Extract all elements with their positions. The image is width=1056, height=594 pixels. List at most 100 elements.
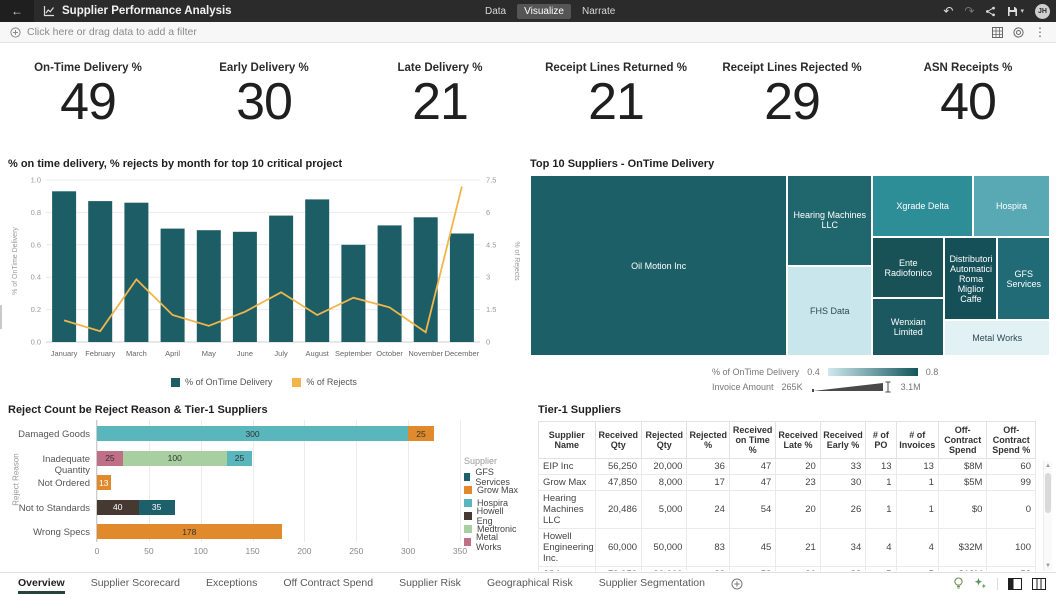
mode-tab-visualize[interactable]: Visualize (517, 4, 571, 19)
treemap-tile[interactable]: Oil Motion Inc (530, 175, 787, 356)
sparkles-icon[interactable] (974, 577, 987, 590)
add-filter-prompt[interactable]: Click here or drag data to add a filter (27, 26, 197, 38)
kpi-card[interactable]: ASN Receipts %40 (880, 44, 1056, 150)
column-header[interactable]: Off-Contract Spend % (987, 422, 1036, 459)
scrollbar-thumb[interactable] (1045, 473, 1051, 513)
table-cell[interactable]: 8,000 (642, 475, 687, 491)
mode-tab-data[interactable]: Data (478, 4, 513, 19)
table-row[interactable]: JGA79,95030,0003852202855$19M58 (539, 567, 1036, 572)
table-cell[interactable]: 20,000 (642, 459, 687, 475)
treemap-tile[interactable]: Xgrade Delta (872, 175, 973, 237)
table-cell[interactable]: 20 (776, 567, 820, 572)
column-header[interactable]: Received Early % (820, 422, 865, 459)
table-cell[interactable]: 20 (776, 459, 820, 475)
table-cell[interactable]: 24 (687, 491, 729, 529)
table-cell[interactable]: Grow Max (539, 475, 596, 491)
treemap-tile[interactable]: Distributori Automatici Roma Miglior Caf… (944, 237, 997, 319)
table-scrollbar[interactable]: ▲ ▼ (1043, 461, 1052, 571)
treemap-tile[interactable]: Wenxian Limited (872, 298, 944, 356)
ontime-bar[interactable] (161, 229, 185, 342)
table-cell[interactable]: 21 (776, 529, 820, 567)
table-cell[interactable]: 1 (866, 491, 896, 529)
size-legend-wedge[interactable] (811, 380, 893, 394)
column-header[interactable]: Received Qty (595, 422, 641, 459)
layout-split-panel-icon[interactable] (1032, 578, 1046, 590)
table-cell[interactable]: 47 (729, 475, 775, 491)
table-cell[interactable]: Howell Engineering Inc. (539, 529, 596, 567)
column-header[interactable]: Rejected Qty (642, 422, 687, 459)
treemap-tile[interactable]: Metal Works (944, 320, 1050, 356)
table-cell[interactable]: EIP Inc (539, 459, 596, 475)
avatar[interactable]: JH (1035, 4, 1050, 19)
ontime-bar[interactable] (269, 216, 293, 342)
table-cell[interactable]: 0 (987, 491, 1036, 529)
scroll-down-icon[interactable]: ▼ (1044, 561, 1052, 571)
treemap-tile[interactable]: GFS Services (997, 237, 1050, 319)
ontime-bar[interactable] (450, 234, 474, 343)
sheet-tab-supplier-risk[interactable]: Supplier Risk (399, 573, 461, 594)
sheet-tab-supplier-scorecard[interactable]: Supplier Scorecard (91, 573, 180, 594)
table-cell[interactable]: 30 (820, 475, 865, 491)
bar-segment[interactable]: 300 (97, 426, 408, 441)
table-cell[interactable]: $19M (938, 567, 986, 572)
redo-icon[interactable]: ↷ (964, 4, 974, 18)
table-cell[interactable]: 100 (987, 529, 1036, 567)
table-cell[interactable]: 1 (896, 475, 938, 491)
table-cell[interactable]: 33 (820, 459, 865, 475)
table-cell[interactable]: $8M (938, 459, 986, 475)
table-cell[interactable]: 60 (987, 459, 1036, 475)
table-cell[interactable]: 47 (729, 459, 775, 475)
table-cell[interactable]: 23 (776, 475, 820, 491)
kpi-card[interactable]: Early Delivery %30 (176, 44, 352, 150)
bar-segment[interactable]: 25 (408, 426, 434, 441)
table-cell[interactable]: 13 (896, 459, 938, 475)
treemap-tile[interactable]: Hearing Machines LLC (787, 175, 872, 266)
sheet-tab-geographical-risk[interactable]: Geographical Risk (487, 573, 573, 594)
table-cell[interactable]: 38 (687, 567, 729, 572)
table-cell[interactable]: 52 (729, 567, 775, 572)
table-cell[interactable]: 5 (896, 567, 938, 572)
table-cell[interactable]: 5 (866, 567, 896, 572)
save-icon[interactable]: ▾ (1007, 6, 1024, 17)
table-cell[interactable]: 17 (687, 475, 729, 491)
undo-icon[interactable]: ↶ (943, 4, 953, 18)
table-row[interactable]: Hearing Machines LLC20,4865,000245420261… (539, 491, 1036, 529)
table-cell[interactable]: 26 (820, 491, 865, 529)
filter-bar[interactable]: Click here or drag data to add a filter … (0, 22, 1056, 43)
table-cell[interactable]: Hearing Machines LLC (539, 491, 596, 529)
legend-item[interactable]: % of OnTime Delivery (171, 377, 272, 387)
table-row[interactable]: Grow Max47,8508,0001747233011$5M99 (539, 475, 1036, 491)
insights-bulb-icon[interactable] (953, 577, 964, 590)
table-cell[interactable]: 5,000 (642, 491, 687, 529)
column-header[interactable]: Off-Contract Spend (938, 422, 986, 459)
table-cell[interactable]: 50,000 (642, 529, 687, 567)
column-header[interactable]: Received Late % (776, 422, 820, 459)
table-cell[interactable]: 20 (776, 491, 820, 529)
ontime-bar[interactable] (378, 225, 402, 342)
table-cell[interactable]: 34 (820, 529, 865, 567)
legend-item[interactable]: Metal Works (464, 535, 520, 548)
bar-segment[interactable]: 178 (97, 524, 282, 539)
grid-icon[interactable] (992, 27, 1003, 38)
ontime-bar[interactable] (88, 201, 112, 342)
scroll-up-icon[interactable]: ▲ (1044, 461, 1052, 471)
kpi-card[interactable]: Late Delivery %21 (352, 44, 528, 150)
target-icon[interactable] (1013, 27, 1024, 38)
share-icon[interactable] (985, 6, 996, 17)
more-menu-icon[interactable]: ⋮ (1034, 25, 1046, 39)
table-row[interactable]: Howell Engineering Inc.60,00050,00083452… (539, 529, 1036, 567)
table-cell[interactable]: 83 (687, 529, 729, 567)
bar-segment[interactable]: 25 (227, 451, 253, 466)
bar-segment[interactable]: 40 (97, 500, 139, 515)
color-gradient-bar[interactable] (828, 368, 918, 376)
table-cell[interactable]: 20,486 (595, 491, 641, 529)
table-cell[interactable]: 30,000 (642, 567, 687, 572)
add-filter-icon[interactable] (10, 27, 21, 38)
table-cell[interactable]: 47,850 (595, 475, 641, 491)
table-cell[interactable]: 1 (896, 491, 938, 529)
column-header[interactable]: # of PO (866, 422, 896, 459)
column-header[interactable]: Supplier Name (539, 422, 596, 459)
treemap-tile[interactable]: Ente Radiofonico (872, 237, 944, 297)
table-cell[interactable]: 45 (729, 529, 775, 567)
table-cell[interactable]: 28 (820, 567, 865, 572)
